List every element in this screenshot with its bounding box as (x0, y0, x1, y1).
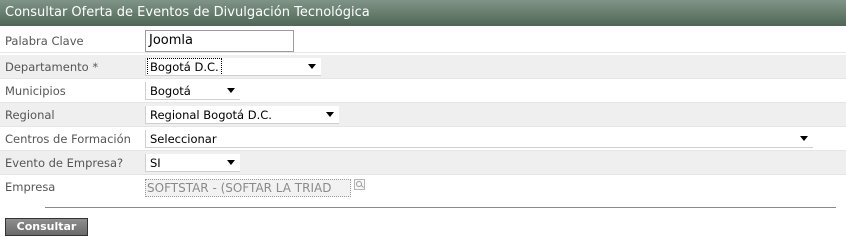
empresa-label: Empresa (5, 180, 56, 194)
empresa-input: SOFTSTAR - (SOFTAR LA TRIAD (145, 179, 351, 197)
page-title: Consultar Oferta de Eventos de Divulgaci… (0, 0, 846, 26)
row-evento-empresa: Evento de Empresa? SI (0, 151, 846, 175)
chevron-down-icon (326, 112, 334, 117)
centros-label: Centros de Formación (5, 132, 131, 146)
municipios-value: Bogotá (150, 84, 191, 98)
row-centros: Centros de Formación Seleccionar (0, 127, 846, 151)
municipios-select[interactable]: Bogotá (145, 82, 240, 100)
regional-label: Regional (5, 108, 55, 122)
chevron-down-icon (308, 64, 316, 69)
evento-empresa-label: Evento de Empresa? (5, 156, 124, 170)
palabra-clave-label: Palabra Clave (5, 34, 84, 48)
row-municipios: Municipios Bogotá (0, 79, 846, 103)
row-empresa: Empresa SOFTSTAR - (SOFTAR LA TRIAD (0, 175, 846, 199)
palabra-clave-input[interactable]: Joomla (145, 30, 294, 52)
regional-value: Regional Bogotá D.C. (150, 108, 272, 122)
municipios-label: Municipios (5, 84, 66, 98)
centros-value: Seleccionar (150, 132, 217, 146)
chevron-down-icon (227, 88, 235, 93)
regional-select[interactable]: Regional Bogotá D.C. (145, 106, 339, 124)
departamento-value: Bogotá D.C. (147, 58, 222, 75)
row-regional: Regional Regional Bogotá D.C. (0, 103, 846, 127)
consultar-button[interactable]: Consultar (5, 218, 88, 236)
departamento-select[interactable]: Bogotá D.C. (145, 58, 321, 76)
search-icon[interactable] (354, 179, 365, 190)
evento-empresa-select[interactable]: SI (145, 154, 240, 172)
centros-select[interactable]: Seleccionar (145, 130, 813, 148)
row-palabra-clave: Palabra Clave Joomla (0, 29, 846, 53)
chevron-down-icon (800, 136, 808, 141)
row-departamento: Departamento * Bogotá D.C. (0, 55, 846, 79)
evento-empresa-value: SI (150, 156, 161, 170)
divider (45, 207, 836, 208)
departamento-label: Departamento * (5, 60, 99, 74)
chevron-down-icon (227, 160, 235, 165)
